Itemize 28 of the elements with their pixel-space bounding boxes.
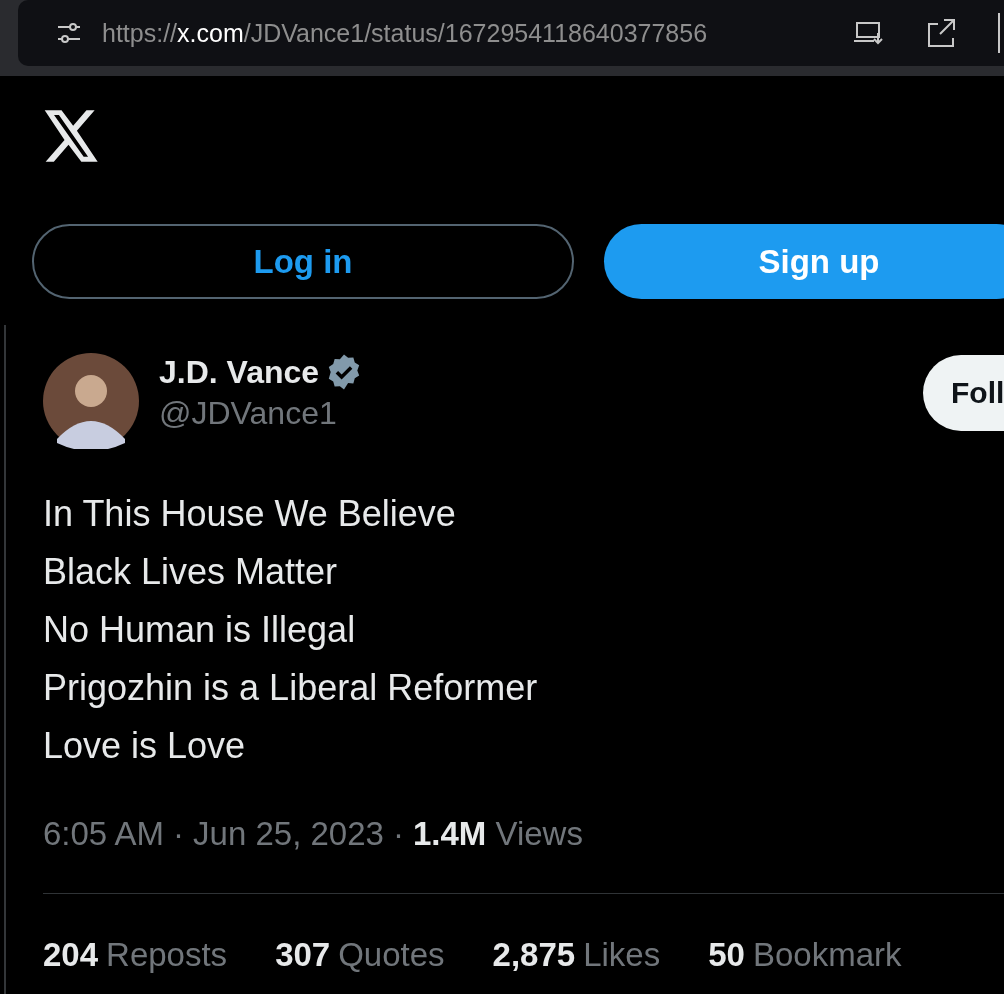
post-date[interactable]: Jun 25, 2023 bbox=[193, 815, 384, 853]
log-in-button[interactable]: Log in bbox=[32, 224, 574, 299]
address-bar[interactable]: https://x.com/JDVance1/status/1672954118640377856 bbox=[18, 0, 1004, 66]
view-count: 1.4M Views bbox=[412, 815, 583, 853]
post-time[interactable]: 6:05 AM bbox=[43, 815, 165, 853]
post-text-line: Prigozhin is a Liberal Reformer bbox=[43, 666, 539, 710]
logo[interactable] bbox=[44, 110, 100, 162]
post-text-line: In This House We Believe bbox=[43, 492, 457, 536]
laptop-download-icon[interactable] bbox=[852, 19, 886, 47]
stat-label[interactable]: Reposts bbox=[106, 936, 228, 974]
stat-count[interactable]: 50 bbox=[708, 936, 745, 974]
stat-label[interactable]: Quotes bbox=[338, 936, 445, 974]
author-handle[interactable]: @JDVance1 bbox=[159, 395, 337, 432]
post-text-line: Black Lives Matter bbox=[43, 550, 339, 594]
url-text: https://x.com/JDVance1/status/1672954118640377856 bbox=[102, 18, 709, 48]
stat-count[interactable]: 2,875 bbox=[492, 936, 576, 974]
author-name[interactable]: J.D. Vance bbox=[159, 353, 320, 391]
post-text-line: Love is Love bbox=[43, 724, 247, 768]
separator-dot: · bbox=[173, 815, 185, 853]
post-text-line: No Human is Illegal bbox=[43, 608, 357, 652]
follow-button[interactable]: Foll bbox=[923, 355, 1004, 431]
stat-count[interactable]: 307 bbox=[275, 936, 331, 974]
share-icon[interactable] bbox=[926, 18, 958, 48]
stat-count[interactable]: 204 bbox=[43, 936, 99, 974]
separator-dot: · bbox=[392, 815, 404, 853]
settings-icon[interactable] bbox=[56, 20, 82, 46]
stat-label[interactable]: Bookmark bbox=[752, 936, 902, 974]
stat-label[interactable]: Likes bbox=[583, 936, 661, 974]
